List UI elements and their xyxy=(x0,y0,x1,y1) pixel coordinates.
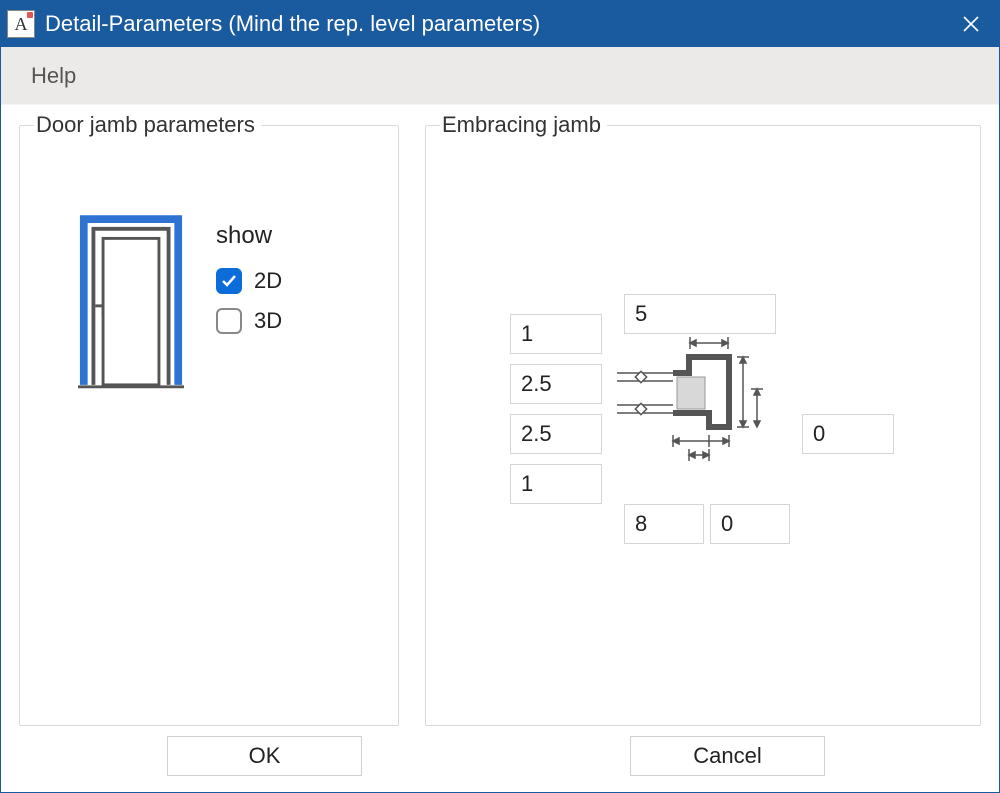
checkbox-2d-label: 2D xyxy=(254,268,282,294)
show-label: show xyxy=(216,222,282,250)
title-bar: A Detail-Parameters (Mind the rep. level… xyxy=(1,1,999,47)
checkbox-2d[interactable]: 2D xyxy=(216,268,282,294)
check-icon xyxy=(221,273,237,289)
panel-door-jamb: Door jamb parameters xyxy=(19,125,399,726)
checkbox-3d[interactable]: 3D xyxy=(216,308,282,334)
dialog-window: A Detail-Parameters (Mind the rep. level… xyxy=(0,0,1000,793)
cancel-button[interactable]: Cancel xyxy=(630,736,825,776)
input-left-2[interactable]: 2.5 xyxy=(510,364,602,404)
jamb-param-area: 5 1 2.5 2.5 1 0 8 0 xyxy=(440,152,966,572)
input-top-width[interactable]: 5 xyxy=(624,294,776,334)
menu-bar: Help xyxy=(1,47,999,105)
input-left-1[interactable]: 1 xyxy=(510,314,602,354)
door-icon xyxy=(78,212,184,392)
checkbox-3d-label: 3D xyxy=(254,308,282,334)
input-left-3[interactable]: 2.5 xyxy=(510,414,602,454)
input-bottom-left[interactable]: 8 xyxy=(624,504,704,544)
ok-button[interactable]: OK xyxy=(167,736,362,776)
dialog-body: Door jamb parameters xyxy=(1,105,999,792)
checkbox-3d-box xyxy=(216,308,242,334)
input-right[interactable]: 0 xyxy=(802,414,894,454)
panel-door-jamb-title: Door jamb parameters xyxy=(34,112,261,138)
close-button[interactable] xyxy=(943,1,999,47)
panel-embracing-jamb-title: Embracing jamb xyxy=(440,112,607,138)
app-icon-letter: A xyxy=(15,14,28,35)
input-bottom-right[interactable]: 0 xyxy=(710,504,790,544)
panel-embracing-jamb: Embracing jamb 5 1 2.5 2.5 1 0 8 0 xyxy=(425,125,981,726)
input-left-4[interactable]: 1 xyxy=(510,464,602,504)
menu-help[interactable]: Help xyxy=(21,57,86,95)
close-icon xyxy=(963,16,979,32)
checkbox-2d-box xyxy=(216,268,242,294)
window-title: Detail-Parameters (Mind the rep. level p… xyxy=(45,11,943,37)
app-icon: A xyxy=(7,10,35,38)
show-group: show 2D 3D xyxy=(216,212,282,348)
dialog-footer: OK Cancel xyxy=(19,726,981,778)
jamb-diagram-icon xyxy=(617,337,772,497)
